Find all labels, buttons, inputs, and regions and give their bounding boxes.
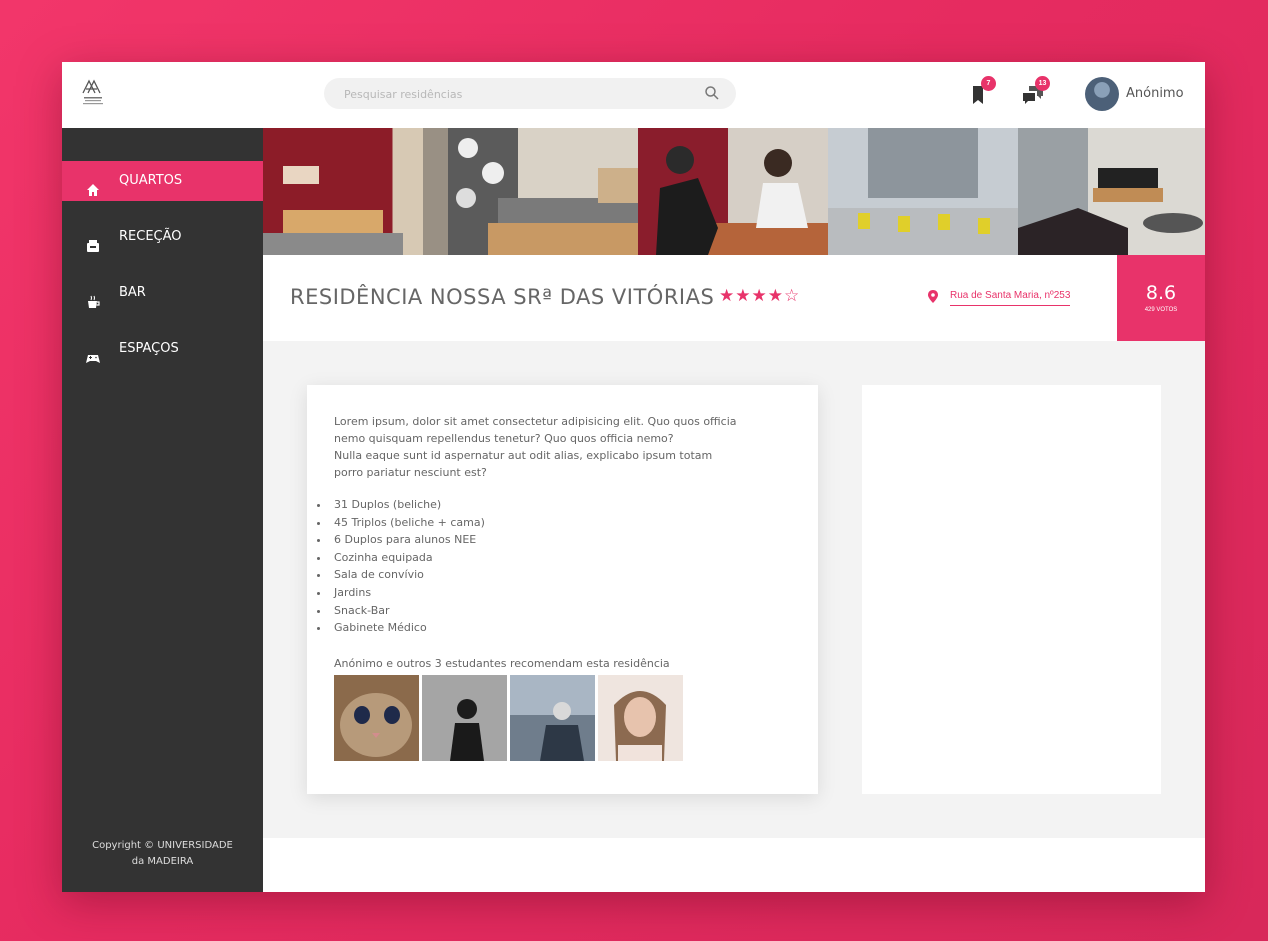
copyright-line: Copyright © UNIVERSIDADE [92,840,233,851]
recommender-avatar[interactable] [598,675,683,761]
features-list: 31 Duplos (beliche) 45 Triplos (beliche … [317,496,485,637]
footer-band [263,838,1205,892]
address-link[interactable]: Rua de Santa Maria, nº253 [950,290,1071,306]
map-pin-icon [928,290,938,303]
list-item: Snack-Bar [317,602,485,620]
list-item: 6 Duplos para alunos NEE [317,531,485,549]
list-item: 31 Duplos (beliche) [317,496,485,514]
banner-photo-bedroom[interactable] [263,128,448,255]
user-avatar[interactable] [1085,77,1119,111]
banner-photo-lounge[interactable] [828,128,1018,255]
list-item: Sala de convívio [317,566,485,584]
banner-photo-room[interactable] [448,128,638,255]
messages-button[interactable]: 13 [1020,76,1050,108]
list-item: Cozinha equipada [317,549,485,567]
sidebar-item-label: BAR [119,285,146,300]
home-icon [86,174,100,196]
app-window: 7 13 Anónimo QUARTOS RECEÇÃO [62,62,1205,892]
search-input[interactable] [344,85,684,103]
votes-count: 429 VOTOS [1144,307,1178,313]
banner-photo-reception[interactable] [638,128,828,255]
star-rating[interactable]: ★★★★☆ [719,286,800,306]
recommender-avatar[interactable] [510,675,595,761]
university-logo[interactable] [76,76,110,112]
sidebar-item-quartos[interactable]: QUARTOS [62,161,263,201]
sidebar-item-label: QUARTOS [119,173,183,188]
copyright: Copyright © UNIVERSIDADE da MADEIRA [62,838,263,870]
sidebar-item-rececao[interactable]: RECEÇÃO [62,217,263,257]
top-bar: 7 13 Anónimo [62,62,1205,128]
description-line: nemo quisquam repellendus tenetur? Quo q… [334,432,674,445]
banner-photo-tv-room[interactable] [1018,128,1205,255]
sidebar: QUARTOS RECEÇÃO BAR ESPAÇOS Copyright © … [62,128,263,892]
list-item: 45 Triplos (beliche + cama) [317,514,485,532]
sidebar-item-label: ESPAÇOS [119,341,179,356]
residence-description: Lorem ipsum, dolor sit amet consectetur … [334,413,804,481]
messages-badge: 13 [1035,76,1050,91]
search-bar [324,78,736,109]
description-line: Nulla eaque sunt id aspernatur aut odit … [334,449,713,462]
residence-header: RESIDÊNCIA NOSSA SRª DAS VITÓRIAS ★★★★☆ … [263,255,1205,341]
list-item: Gabinete Médico [317,619,485,637]
residence-title: RESIDÊNCIA NOSSA SRª DAS VITÓRIAS [290,285,715,309]
gamepad-icon [86,342,100,363]
bookmarks-button[interactable]: 7 [966,76,996,108]
residence-info-card: Lorem ipsum, dolor sit amet consectetur … [307,385,818,794]
score-value: 8.6 [1145,282,1177,304]
coffee-icon [86,286,100,308]
recommender-avatar[interactable] [422,675,507,761]
list-item: Jardins [317,584,485,602]
description-line: Lorem ipsum, dolor sit amet consectetur … [334,415,737,428]
score-box: 8.6 429 VOTOS [1117,255,1205,341]
copyright-line: da MADEIRA [131,856,194,867]
side-panel [862,385,1161,794]
recommender-avatar[interactable] [334,675,419,761]
recommend-text: Anónimo e outros 3 estudantes recomendam… [334,657,670,670]
username-label[interactable]: Anónimo [1126,86,1184,101]
bookmarks-badge: 7 [981,76,996,91]
sidebar-item-label: RECEÇÃO [119,229,182,244]
photo-banner [263,128,1205,255]
sidebar-item-bar[interactable]: BAR [62,273,263,313]
description-line: porro pariatur nesciunt est? [334,466,487,479]
search-icon[interactable] [704,85,720,101]
sidebar-item-espacos[interactable]: ESPAÇOS [62,329,263,369]
reception-icon [86,230,100,252]
